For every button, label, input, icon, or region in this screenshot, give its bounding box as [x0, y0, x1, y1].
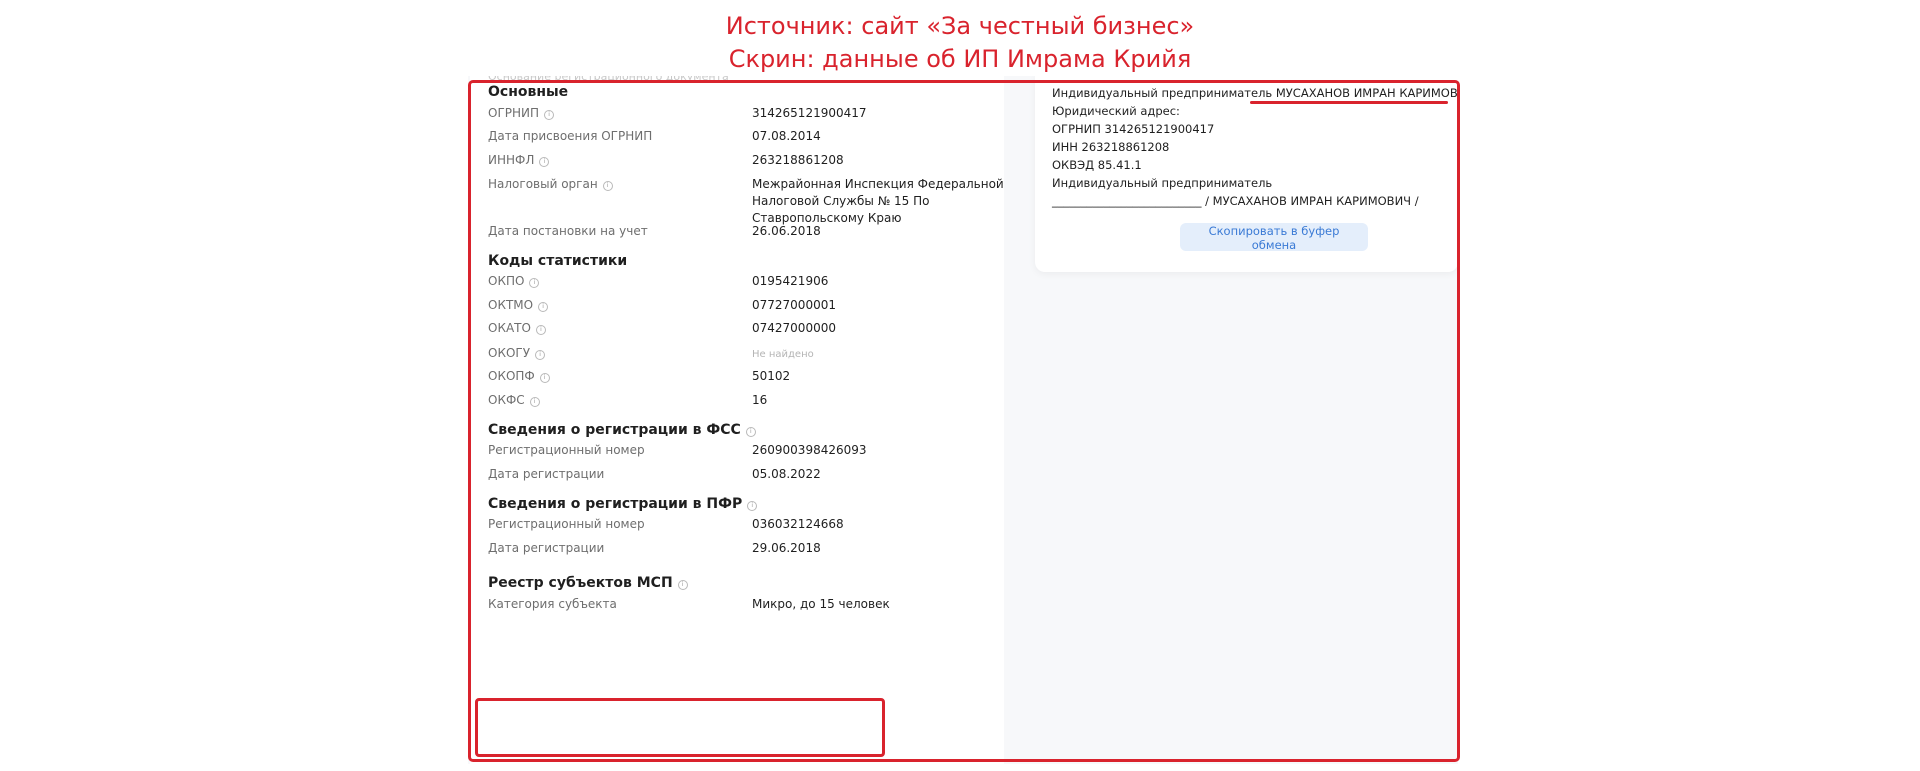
annotation-caption: Источник: сайт «За честный бизнес» Скрин…: [0, 10, 1920, 76]
caption-screenshot: Скрин: данные об ИП Имрама Крийя: [728, 45, 1192, 73]
caption-source: Источник: сайт «За честный бизнес»: [725, 12, 1195, 40]
annotation-frame-msp: [475, 698, 885, 757]
annotation-frame-outer: [468, 80, 1460, 762]
